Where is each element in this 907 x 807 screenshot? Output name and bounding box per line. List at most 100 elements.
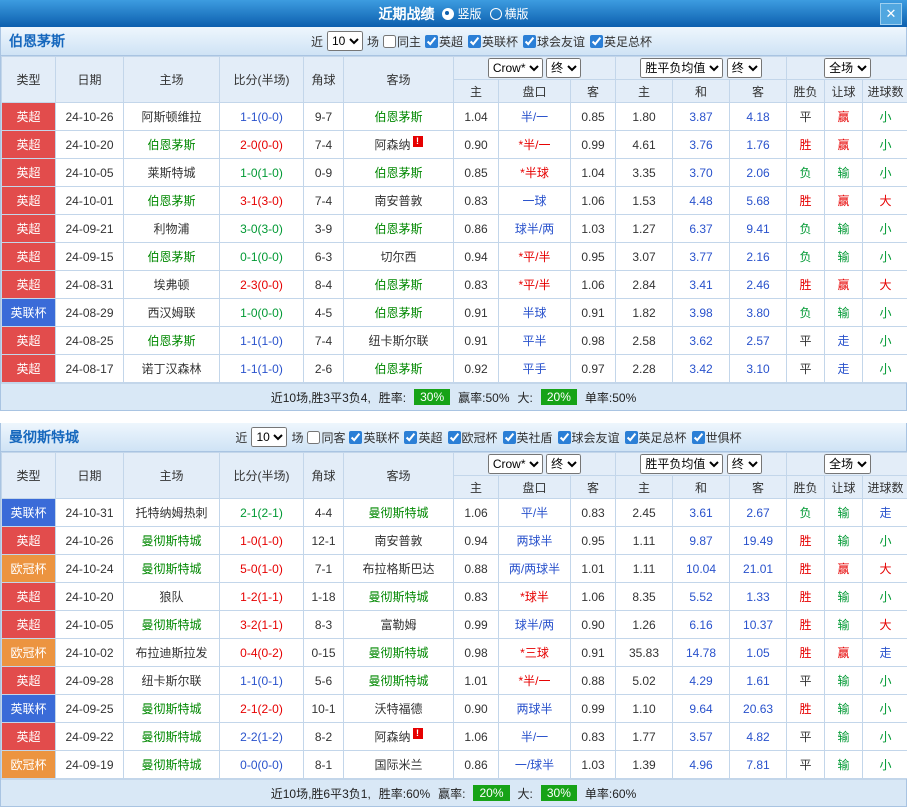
- league-checkbox[interactable]: [625, 431, 638, 444]
- match-count-select[interactable]: 10: [251, 427, 287, 447]
- result-cell: 胜: [787, 695, 825, 723]
- handicap-cell: 一球: [499, 187, 571, 215]
- europe-odds-select[interactable]: 胜平负均值: [640, 454, 723, 474]
- match-count-select[interactable]: 10: [327, 31, 363, 51]
- match-row: 英超24-09-22曼彻斯特城2-2(1-2)8-2阿森纳!1.06半/一0.8…: [2, 723, 907, 751]
- league-type-cell: 英超: [2, 355, 56, 383]
- goals-result-cell: 小: [863, 695, 907, 723]
- score-cell: 1-2(1-1): [220, 583, 304, 611]
- handicap-cell: *平/半: [499, 243, 571, 271]
- euro-away-odds-cell: 2.57: [730, 327, 787, 355]
- league-filter[interactable]: 英超: [404, 429, 442, 446]
- handicap-result-cell: 输: [825, 695, 863, 723]
- league-filter[interactable]: 球会友谊: [558, 429, 620, 446]
- euro-home-odds-cell: 2.28: [616, 355, 673, 383]
- result-cell: 胜: [787, 583, 825, 611]
- handicap-result-cell: 输: [825, 527, 863, 555]
- europe-final-select[interactable]: 终: [727, 454, 762, 474]
- league-filter[interactable]: 英足总杯: [625, 429, 687, 446]
- asian-home-odds-cell: 0.98: [454, 639, 499, 667]
- col-asian-away: 客: [571, 476, 616, 499]
- layout-vertical-option[interactable]: 竖版: [442, 5, 481, 22]
- asian-away-odds-cell: 1.06: [571, 271, 616, 299]
- away-team-cell: 伯恩茅斯: [344, 355, 454, 383]
- league-filter[interactable]: 英社盾: [503, 429, 553, 446]
- away-team-cell: 纽卡斯尔联: [344, 327, 454, 355]
- league-label: 英联杯: [363, 429, 399, 446]
- league-filter[interactable]: 欧冠杯: [448, 429, 498, 446]
- handicap-cell: *球半: [499, 583, 571, 611]
- col-home: 主场: [124, 453, 220, 499]
- same-venue-filter[interactable]: 同客: [307, 429, 345, 446]
- league-filter[interactable]: 英联杯: [349, 429, 399, 446]
- handicap-result-cell: 走: [825, 355, 863, 383]
- bookmaker-select[interactable]: Crow*: [488, 58, 543, 78]
- summary-bar: 近10场,胜3平3负4,胜率:30%赢率:50%大:20%单率:50%: [1, 383, 906, 410]
- result-cell: 胜: [787, 271, 825, 299]
- layout-horizontal-option[interactable]: 横版: [490, 5, 529, 22]
- asian-away-odds-cell: 0.90: [571, 611, 616, 639]
- col-date: 日期: [56, 453, 124, 499]
- team-name: 曼彻斯特城: [9, 427, 79, 447]
- league-label: 世俱杯: [706, 429, 742, 446]
- league-checkbox[interactable]: [404, 431, 417, 444]
- match-row: 英超24-10-20伯恩茅斯2-0(0-0)7-4阿森纳!0.90*半/一0.9…: [2, 131, 907, 159]
- league-filter[interactable]: 英足总杯: [590, 33, 652, 50]
- away-team-cell: 伯恩茅斯: [344, 103, 454, 131]
- euro-home-odds-cell: 35.83: [616, 639, 673, 667]
- result-cell: 负: [787, 159, 825, 187]
- league-type-cell: 英超: [2, 611, 56, 639]
- league-filter[interactable]: 世俱杯: [692, 429, 742, 446]
- league-checkbox[interactable]: [425, 35, 438, 48]
- league-checkbox[interactable]: [558, 431, 571, 444]
- score-cell: 3-2(1-1): [220, 611, 304, 639]
- euro-away-odds-cell: 4.82: [730, 723, 787, 751]
- result-cell: 胜: [787, 639, 825, 667]
- asian-final-select[interactable]: 终: [546, 454, 581, 474]
- col-asian-away: 客: [571, 80, 616, 103]
- league-checkbox[interactable]: [590, 35, 603, 48]
- date-cell: 24-10-20: [56, 131, 124, 159]
- same-venue-checkbox[interactable]: [383, 35, 396, 48]
- asian-away-odds-cell: 0.91: [571, 639, 616, 667]
- league-filter[interactable]: 英超: [425, 33, 463, 50]
- league-type-cell: 英超: [2, 103, 56, 131]
- same-venue-filter[interactable]: 同主: [383, 33, 421, 50]
- league-checkbox[interactable]: [523, 35, 536, 48]
- europe-final-select[interactable]: 终: [727, 58, 762, 78]
- league-checkbox[interactable]: [468, 35, 481, 48]
- league-checkbox[interactable]: [692, 431, 705, 444]
- asian-away-odds-cell: 1.01: [571, 555, 616, 583]
- home-team-cell: 阿斯顿维拉: [124, 103, 220, 131]
- team-name: 伯恩茅斯: [9, 31, 65, 51]
- same-venue-checkbox[interactable]: [307, 431, 320, 444]
- bookmaker-select[interactable]: Crow*: [488, 454, 543, 474]
- asian-final-select[interactable]: 终: [546, 58, 581, 78]
- handicap-result-cell: 输: [825, 667, 863, 695]
- score-cell: 2-1(2-1): [220, 499, 304, 527]
- same-venue-label: 同主: [397, 33, 421, 50]
- radio-selected-icon[interactable]: [442, 8, 454, 20]
- euro-away-odds-cell: 1.61: [730, 667, 787, 695]
- handicap-result-cell: 赢: [825, 131, 863, 159]
- league-filter[interactable]: 英联杯: [468, 33, 518, 50]
- match-row: 欧冠杯24-09-19曼彻斯特城0-0(0-0)8-1国际米兰0.86一/球半1…: [2, 751, 907, 779]
- col-handicap: 盘口: [499, 80, 571, 103]
- league-checkbox[interactable]: [503, 431, 516, 444]
- euro-draw-odds-cell: 4.48: [673, 187, 730, 215]
- date-cell: 24-08-17: [56, 355, 124, 383]
- close-icon[interactable]: ✕: [880, 3, 902, 25]
- radio-unselected-icon[interactable]: [490, 8, 502, 20]
- asian-odds-group: Crow* 终: [454, 453, 616, 476]
- league-checkbox[interactable]: [349, 431, 362, 444]
- scope-select[interactable]: 全场: [824, 454, 871, 474]
- league-checkbox[interactable]: [448, 431, 461, 444]
- scope-select[interactable]: 全场: [824, 58, 871, 78]
- euro-draw-odds-cell: 3.41: [673, 271, 730, 299]
- league-filter[interactable]: 球会友谊: [523, 33, 585, 50]
- europe-odds-select[interactable]: 胜平负均值: [640, 58, 723, 78]
- result-cell: 平: [787, 355, 825, 383]
- handicap-result-cell: 赢: [825, 103, 863, 131]
- col-handicap: 盘口: [499, 476, 571, 499]
- summary-text: 单率:60%: [585, 785, 636, 802]
